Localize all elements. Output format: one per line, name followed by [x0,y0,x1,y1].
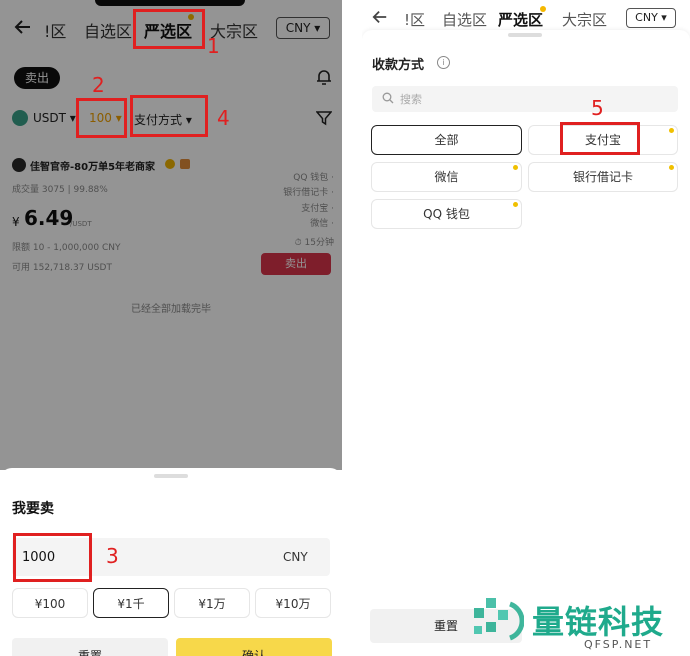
annotation-label-4: 4 [217,106,230,130]
back-arrow-icon-right[interactable] [372,9,388,25]
watermark-site: QFSP.NET [584,638,653,651]
modal-overlay[interactable] [0,0,342,470]
option-bank-card-label: 银行借记卡 [572,170,633,184]
option-qq-wallet-badge [513,202,518,207]
annotation-box-5 [560,122,640,155]
annotation-label-5: 5 [591,96,604,120]
annotation-label-1: 1 [207,34,220,58]
payment-method-panel [362,30,690,656]
screen-divider [342,0,362,656]
annotation-label-3: 3 [106,544,119,568]
option-bank-card-badge [669,165,674,170]
tab-zone-right[interactable]: !区 [404,9,425,30]
quick-amount-100k[interactable]: ¥10万 [255,588,331,618]
tab-watchlist-right[interactable]: 自选区 [442,9,487,30]
option-bank-card[interactable]: 银行借记卡 [528,162,678,192]
option-all[interactable]: 全部 [371,125,522,155]
quick-amount-10k[interactable]: ¥1万 [174,588,250,618]
annotation-label-2: 2 [92,73,105,97]
currency-select-right[interactable]: CNY ▾ [626,8,676,28]
annotation-box-4 [130,95,208,137]
option-qq-wallet-label: QQ 钱包 [423,207,470,221]
quick-amount-1k[interactable]: ¥1千 [93,588,169,618]
option-alipay-badge [669,128,674,133]
annotation-box-1 [133,9,205,49]
option-wechat-label: 微信 [434,170,459,184]
tab-badge-right [540,6,546,12]
quick-amount-100[interactable]: ¥100 [12,588,88,618]
watermark-brand: 量链科技 [532,603,665,641]
search-icon [382,92,394,104]
sheet-handle[interactable] [154,474,188,478]
panel-handle[interactable] [508,33,542,37]
tab-block-right[interactable]: 大宗区 [562,9,607,30]
annotation-box-3 [13,533,92,582]
input-currency: CNY [283,550,308,564]
confirm-button[interactable]: 确认 [176,638,332,656]
left-phone-screen: !区 自选区 严选区 大宗区 CNY ▾ 卖出 USDT ▾ 100 ▾ 支付方… [0,0,342,656]
sheet-title: 我要卖 [12,501,54,517]
option-wechat-badge [513,165,518,170]
watermark-logo-icon [472,596,524,646]
option-wechat[interactable]: 微信 [371,162,522,192]
reset-button[interactable]: 重置 [12,638,168,656]
info-icon[interactable]: i [437,56,450,69]
panel-title: 收款方式 [372,58,425,73]
search-placeholder: 搜索 [400,93,422,106]
tab-selected-right[interactable]: 严选区 [498,9,543,30]
option-qq-wallet[interactable]: QQ 钱包 [371,199,522,229]
right-phone-screen: !区 自选区 严选区 大宗区 CNY ▾ 收款方式 i 搜索 全部 支付宝 微信… [362,0,690,656]
annotation-box-2 [76,98,127,138]
